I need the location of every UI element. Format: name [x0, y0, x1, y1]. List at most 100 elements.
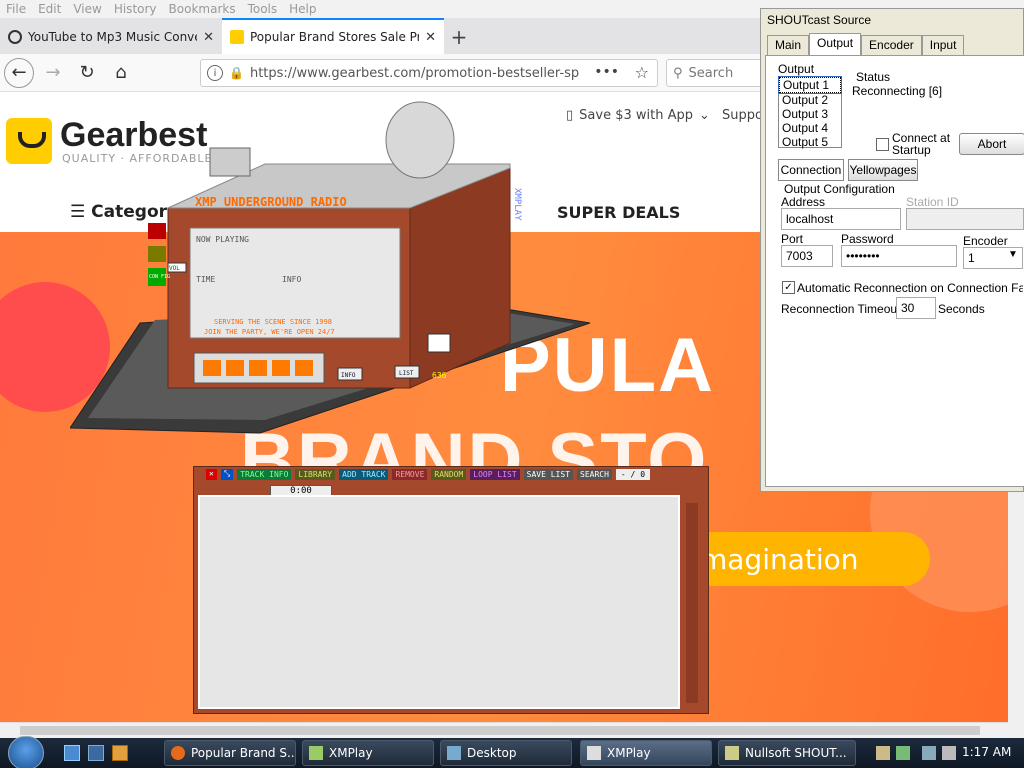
- tab-title: Popular Brand Stores Sale Pron: [250, 30, 420, 44]
- xmplay-icon: [309, 746, 323, 760]
- back-button[interactable]: ←: [4, 57, 34, 88]
- start-button[interactable]: [8, 736, 44, 768]
- port-input[interactable]: 7003: [781, 245, 833, 267]
- shoutcast-icon: [725, 746, 739, 760]
- station-id-input[interactable]: [906, 208, 1024, 230]
- library-button[interactable]: LIBRARY: [295, 469, 336, 480]
- output-item[interactable]: Output 1: [778, 76, 842, 94]
- auto-reconnect-label: Automatic Reconnection on Connection Fai…: [797, 281, 1023, 295]
- save-list-button[interactable]: SAVE LIST: [523, 469, 574, 480]
- xmplay-main-window[interactable]: XMP UNDERGROUND RADIO XMPLAY NOW PLAYING…: [70, 98, 600, 438]
- info-icon[interactable]: i: [207, 65, 223, 81]
- gearbest-favicon-icon: [230, 30, 244, 44]
- playlist-scrollbar[interactable]: [686, 503, 698, 703]
- config-label: CON FIG: [149, 274, 170, 280]
- volume-icon[interactable]: [942, 746, 956, 760]
- new-tab-button[interactable]: +: [444, 20, 474, 54]
- add-track-button[interactable]: ADD TRACK: [339, 469, 389, 480]
- address-input[interactable]: localhost: [781, 208, 901, 230]
- folder-icon[interactable]: [112, 745, 128, 761]
- close-tab-icon[interactable]: ✕: [425, 30, 436, 45]
- page-actions-icon[interactable]: •••: [594, 64, 619, 80]
- task-label: XMPlay: [607, 746, 651, 760]
- tab-output[interactable]: Output: [809, 33, 862, 55]
- prev-button[interactable]: [203, 360, 221, 376]
- gearbest-logo-icon[interactable]: [6, 118, 52, 164]
- output-item[interactable]: Output 3: [779, 107, 841, 121]
- eject-button[interactable]: [295, 360, 313, 376]
- search-button[interactable]: SEARCH: [577, 469, 612, 480]
- reconnect-timeout-input[interactable]: 30: [896, 297, 936, 319]
- tab-encoder[interactable]: Encoder: [861, 35, 922, 55]
- reload-button[interactable]: ↻: [72, 58, 102, 88]
- output-panel: Output Output 1 Output 2 Output 3 Output…: [765, 55, 1024, 487]
- horizontal-scrollbar[interactable]: [0, 722, 1008, 738]
- task-xmplay-2[interactable]: XMPlay: [580, 740, 712, 766]
- station-sign: XMP UNDERGROUND RADIO: [195, 195, 347, 209]
- support-link[interactable]: Suppo: [722, 108, 763, 123]
- tray-app-icon[interactable]: [896, 746, 910, 760]
- resize-icon[interactable]: ⤡: [220, 469, 234, 480]
- menu-bookmarks[interactable]: Bookmarks: [169, 2, 236, 16]
- info-button-label: INFO: [341, 372, 356, 379]
- subtab-connection[interactable]: Connection: [778, 159, 844, 181]
- shoutcast-source-window[interactable]: SHOUTcast Source Main Output Encoder Inp…: [760, 8, 1024, 492]
- menu-tools[interactable]: Tools: [248, 2, 278, 16]
- vol-label: VOL: [169, 265, 180, 272]
- loop-list-button[interactable]: LOOP LIST: [470, 469, 520, 480]
- output-item[interactable]: Output 4: [779, 121, 841, 135]
- show-desktop-icon[interactable]: [64, 745, 80, 761]
- close-tab-icon[interactable]: ✕: [203, 30, 214, 45]
- menu-help[interactable]: Help: [289, 2, 316, 16]
- home-button[interactable]: ⌂: [106, 58, 136, 88]
- scroll-thumb[interactable]: [20, 726, 980, 735]
- tray-app-icon[interactable]: [876, 746, 890, 760]
- output-config-label: Output Configuration: [784, 182, 895, 196]
- task-firefox[interactable]: Popular Brand S...: [164, 740, 296, 766]
- tab-gearbest[interactable]: Popular Brand Stores Sale Pron ✕: [222, 18, 444, 54]
- search-input[interactable]: ⚲ Search: [666, 59, 766, 87]
- output-list[interactable]: Output 1 Output 2 Output 3 Output 4 Outp…: [778, 76, 842, 149]
- bookmark-star-icon[interactable]: ☆: [635, 63, 649, 82]
- tab-main[interactable]: Main: [767, 35, 810, 55]
- now-playing-label: NOW PLAYING: [196, 235, 249, 244]
- abort-button[interactable]: Abort: [959, 133, 1024, 155]
- playlist-counter: - / 0: [615, 469, 651, 480]
- play-button[interactable]: [226, 360, 244, 376]
- network-icon[interactable]: [922, 746, 936, 760]
- task-desktop[interactable]: Desktop: [440, 740, 572, 766]
- stop-button[interactable]: [249, 360, 267, 376]
- clock[interactable]: 1:17 AM: [962, 745, 1011, 759]
- remove-button[interactable]: REMOVE: [392, 469, 428, 480]
- task-shoutcast[interactable]: Nullsoft SHOUT...: [718, 740, 856, 766]
- menu-edit[interactable]: Edit: [38, 2, 61, 16]
- side-sign: XMPLAY: [512, 188, 522, 221]
- password-input[interactable]: ••••••••: [841, 245, 957, 267]
- forward-button[interactable]: →: [38, 58, 68, 88]
- window-title: SHOUTcast Source: [767, 13, 872, 27]
- subtab-yellowpages[interactable]: Yellowpages: [848, 159, 918, 181]
- menu-view[interactable]: View: [73, 2, 101, 16]
- switch-windows-icon[interactable]: [88, 745, 104, 761]
- track-info-button[interactable]: TRACK INFO: [237, 469, 292, 480]
- playlist-area[interactable]: [198, 495, 680, 709]
- output-item[interactable]: Output 2: [779, 93, 841, 107]
- auto-reconnect-checkbox[interactable]: ✓: [782, 281, 795, 294]
- tab-input[interactable]: Input: [921, 35, 965, 55]
- url-bar[interactable]: i 🔒 https://www.gearbest.com/promotion-b…: [200, 59, 658, 87]
- task-xmplay-1[interactable]: XMPlay: [302, 740, 434, 766]
- xmplay-playlist-window[interactable]: ✕ ⤡ TRACK INFO LIBRARY ADD TRACK REMOVE …: [193, 466, 709, 714]
- random-button[interactable]: RANDOM: [431, 469, 467, 480]
- power-button[interactable]: [148, 223, 166, 239]
- output-item[interactable]: Output 5: [779, 135, 841, 149]
- close-icon[interactable]: ✕: [206, 469, 217, 480]
- minimize-button[interactable]: [148, 246, 166, 262]
- menu-history[interactable]: History: [114, 2, 157, 16]
- tab-youtube-mp3[interactable]: YouTube to Mp3 Music Conve ✕: [0, 20, 222, 54]
- connect-startup-checkbox[interactable]: [876, 138, 889, 151]
- next-button[interactable]: [272, 360, 290, 376]
- port-label: Port: [781, 232, 804, 246]
- chevron-down-icon[interactable]: ▼: [1008, 249, 1018, 260]
- firefox-icon: [171, 746, 185, 760]
- menu-file[interactable]: File: [6, 2, 26, 16]
